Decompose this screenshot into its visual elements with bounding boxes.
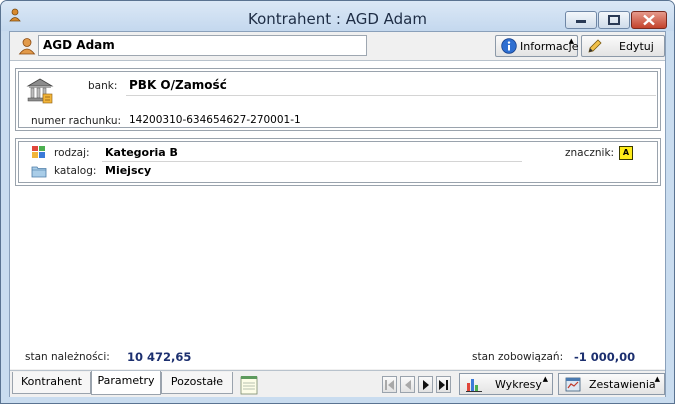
user-icon [18,38,36,55]
title-bar[interactable]: Kontrahent : AGD Adam [1,1,674,31]
contractor-name-field[interactable]: AGD Adam [38,35,367,56]
last-icon [439,380,448,390]
type-label: rodzaj: [54,147,90,159]
first-record-button[interactable] [382,376,397,393]
marker-badge[interactable]: A [619,146,633,160]
pencil-icon [588,39,602,53]
header-bar: AGD Adam Informacje ▲ Edytuj [10,32,665,60]
charts-button[interactable]: Wykresy ▲ [459,373,553,395]
edit-button[interactable]: Edytuj [581,35,665,57]
dropdown-caret-icon: ▲ [568,37,574,45]
category-icon [32,146,45,158]
minimize-icon [576,20,586,23]
catalog-value[interactable]: Miejscy [105,164,151,177]
last-record-button[interactable] [436,376,451,393]
account-label: numer rachunku: [31,115,122,127]
edit-button-label: Edytuj [619,40,654,53]
reports-button-label: Zestawienia [589,378,656,391]
window: Kontrahent : AGD Adam AGD Adam Informacj… [0,0,675,404]
catalog-label: katalog: [54,165,97,177]
marker-label: znacznik: [565,147,615,159]
report-icon [565,377,581,392]
bank-value[interactable]: PBK O/Zamość [129,78,227,92]
bar-chart-icon [466,379,482,392]
receivables-label: stan należności: [25,351,110,363]
close-button[interactable] [631,11,667,29]
first-icon [385,380,394,390]
dropdown-caret-icon: ▲ [654,375,660,383]
client-area: AGD Adam Informacje ▲ Edytuj bank: PBK O… [9,31,666,397]
previous-record-button[interactable] [400,376,415,393]
reports-button[interactable]: Zestawienia ▲ [558,373,665,395]
dropdown-caret-icon: ▲ [542,375,548,383]
bank-label: bank: [88,80,118,92]
details-panel: bank: PBK O/Zamość numer rachunku: 14200… [10,60,665,369]
info-icon [501,38,517,54]
tab-pozostale[interactable]: Pozostałe [161,372,233,394]
tab-label: Parametry [97,374,155,387]
bank-group: bank: PBK O/Zamość numer rachunku: 14200… [15,68,661,131]
tab-kontrahent[interactable]: Kontrahent [12,372,91,394]
charts-button-label: Wykresy [495,378,542,391]
previous-icon [405,380,411,390]
type-value[interactable]: Kategoria B [105,146,178,159]
liabilities-value: -1 000,00 [574,350,636,364]
tab-label: Kontrahent [21,375,82,388]
footer-bar: Kontrahent Parametry Pozostałe Wykresy ▲… [10,370,665,397]
bank-icon [26,78,54,104]
tab-label: Pozostałe [170,375,224,388]
classification-group: rodzaj: Kategoria B katalog: Miejscy zna… [15,138,661,186]
next-record-button[interactable] [418,376,433,393]
maximize-button[interactable] [598,11,630,29]
receivables-value: 10 472,65 [127,350,192,364]
close-icon [643,14,655,26]
tab-parametry[interactable]: Parametry [91,371,161,395]
account-value[interactable]: 14200310-634654627-270001-1 [129,114,301,126]
maximize-icon [608,15,620,25]
notes-icon[interactable] [240,375,258,395]
folder-icon [31,166,47,178]
info-button[interactable]: Informacje ▲ [495,35,578,57]
liabilities-label: stan zobowiązań: [472,351,564,363]
next-icon [423,380,429,390]
minimize-button[interactable] [565,11,597,29]
